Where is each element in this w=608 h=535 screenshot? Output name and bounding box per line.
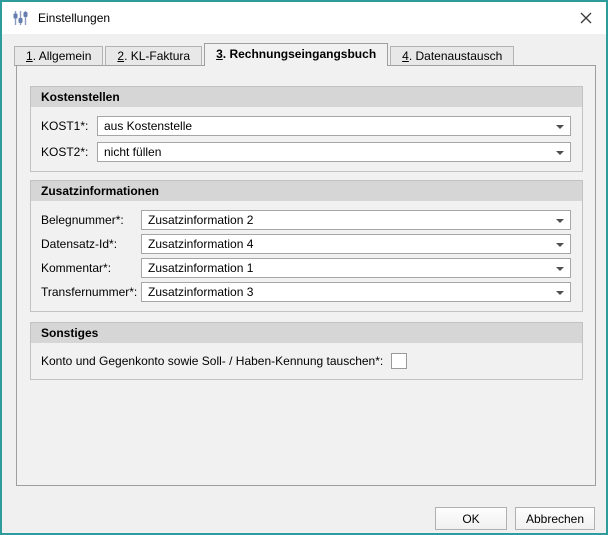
dropdown-value: aus Kostenstelle	[104, 119, 193, 133]
dropdown-value: Zusatzinformation 2	[148, 213, 254, 227]
tab-allgemein[interactable]: 1. Allgemein	[14, 46, 104, 66]
field-label: Transfernummer*:	[41, 285, 138, 299]
tab-label: . KL-Faktura	[124, 49, 191, 63]
field-row-transfernummer: Transfernummer*: Zusatzinformation 3	[41, 282, 571, 302]
chevron-down-icon	[556, 267, 564, 271]
dropdown-value: nicht füllen	[104, 145, 162, 159]
close-button[interactable]	[573, 6, 599, 30]
field-row-datensatz-id: Datensatz-Id*: Zusatzinformation 4	[41, 234, 571, 254]
swap-konto-checkbox[interactable]	[391, 353, 408, 369]
tab-mnemonic: 3	[216, 47, 223, 61]
field-label: KOST2*:	[41, 145, 89, 159]
group-title: Kostenstellen	[31, 87, 582, 107]
dialog-footer: OK Abbrechen	[435, 507, 595, 530]
cancel-button[interactable]: Abbrechen	[515, 507, 595, 530]
field-label: Datensatz-Id*:	[41, 237, 118, 251]
dropdown-value: Zusatzinformation 3	[148, 285, 254, 299]
settings-dialog: Einstellungen 1. Allgemein 2. KL-Faktura…	[0, 0, 608, 535]
tab-label: . Rechnungseingangsbuch	[222, 47, 377, 61]
titlebar: Einstellungen	[2, 2, 606, 34]
tab-panel: Kostenstellen KOST1*: aus Kostenstelle K…	[16, 65, 596, 486]
chevron-down-icon	[556, 291, 564, 295]
checkbox-label: Konto und Gegenkonto sowie Soll- / Haben…	[41, 354, 384, 368]
field-row-belegnummer: Belegnummer*: Zusatzinformation 2	[41, 210, 571, 230]
chevron-down-icon	[556, 125, 564, 129]
tab-strip: 1. Allgemein 2. KL-Faktura 3. Rechnungse…	[14, 43, 516, 66]
field-label: KOST1*:	[41, 119, 89, 133]
tab-mnemonic: 4	[402, 49, 409, 63]
chevron-down-icon	[556, 219, 564, 223]
kommentar-dropdown[interactable]: Zusatzinformation 1	[141, 258, 571, 278]
dropdown-value: Zusatzinformation 1	[148, 261, 254, 275]
chevron-down-icon	[556, 151, 564, 155]
group-zusatzinformationen: Zusatzinformationen Belegnummer*: Zusatz…	[30, 180, 583, 312]
field-row-konto-tauschen: Konto und Gegenkonto sowie Soll- / Haben…	[41, 353, 571, 369]
kost1-dropdown[interactable]: aus Kostenstelle	[97, 116, 571, 136]
tab-datenaustausch[interactable]: 4. Datenaustausch	[390, 46, 515, 66]
field-label: Kommentar*:	[41, 261, 112, 275]
tab-label: . Allgemein	[32, 49, 92, 63]
field-label: Belegnummer*:	[41, 213, 124, 227]
transfernummer-dropdown[interactable]: Zusatzinformation 3	[141, 282, 571, 302]
sliders-icon	[12, 10, 29, 26]
tab-kl-faktura[interactable]: 2. KL-Faktura	[105, 46, 203, 66]
group-kostenstellen: Kostenstellen KOST1*: aus Kostenstelle K…	[30, 86, 583, 172]
tab-label: . Datenaustausch	[408, 49, 503, 63]
belegnummer-dropdown[interactable]: Zusatzinformation 2	[141, 210, 571, 230]
tab-rechnungseingangsbuch[interactable]: 3. Rechnungseingangsbuch	[204, 43, 389, 66]
field-row-kost2: KOST2*: nicht füllen	[41, 142, 571, 162]
field-row-kost1: KOST1*: aus Kostenstelle	[41, 116, 571, 136]
dropdown-value: Zusatzinformation 4	[148, 237, 254, 251]
window-title: Einstellungen	[38, 11, 111, 25]
field-row-kommentar: Kommentar*: Zusatzinformation 1	[41, 258, 571, 278]
ok-button[interactable]: OK	[435, 507, 507, 530]
datensatz-id-dropdown[interactable]: Zusatzinformation 4	[141, 234, 571, 254]
kost2-dropdown[interactable]: nicht füllen	[97, 142, 571, 162]
group-title: Zusatzinformationen	[31, 181, 582, 201]
chevron-down-icon	[556, 243, 564, 247]
group-sonstiges: Sonstiges Konto und Gegenkonto sowie Sol…	[30, 322, 583, 380]
group-title: Sonstiges	[31, 323, 582, 343]
close-icon	[580, 12, 592, 24]
tab-mnemonic: 1	[26, 49, 33, 63]
